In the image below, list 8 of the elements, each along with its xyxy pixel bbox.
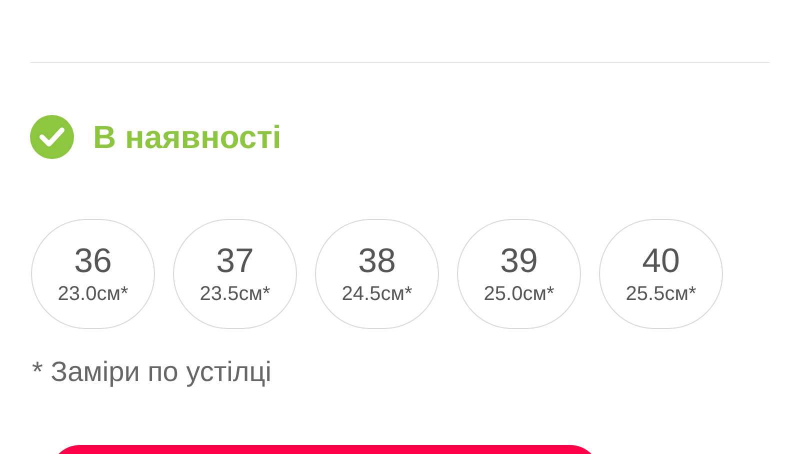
- check-icon: [30, 115, 74, 159]
- size-option[interactable]: 36 23.0см*: [31, 219, 155, 329]
- measurement-note: * Заміри по устілці: [32, 355, 272, 389]
- availability-status: В наявності: [93, 118, 282, 157]
- size-option[interactable]: 39 25.0см*: [457, 219, 581, 329]
- size-option[interactable]: 38 24.5см*: [315, 219, 439, 329]
- size-option[interactable]: 37 23.5см*: [173, 219, 297, 329]
- size-option[interactable]: 40 25.5см*: [599, 219, 723, 329]
